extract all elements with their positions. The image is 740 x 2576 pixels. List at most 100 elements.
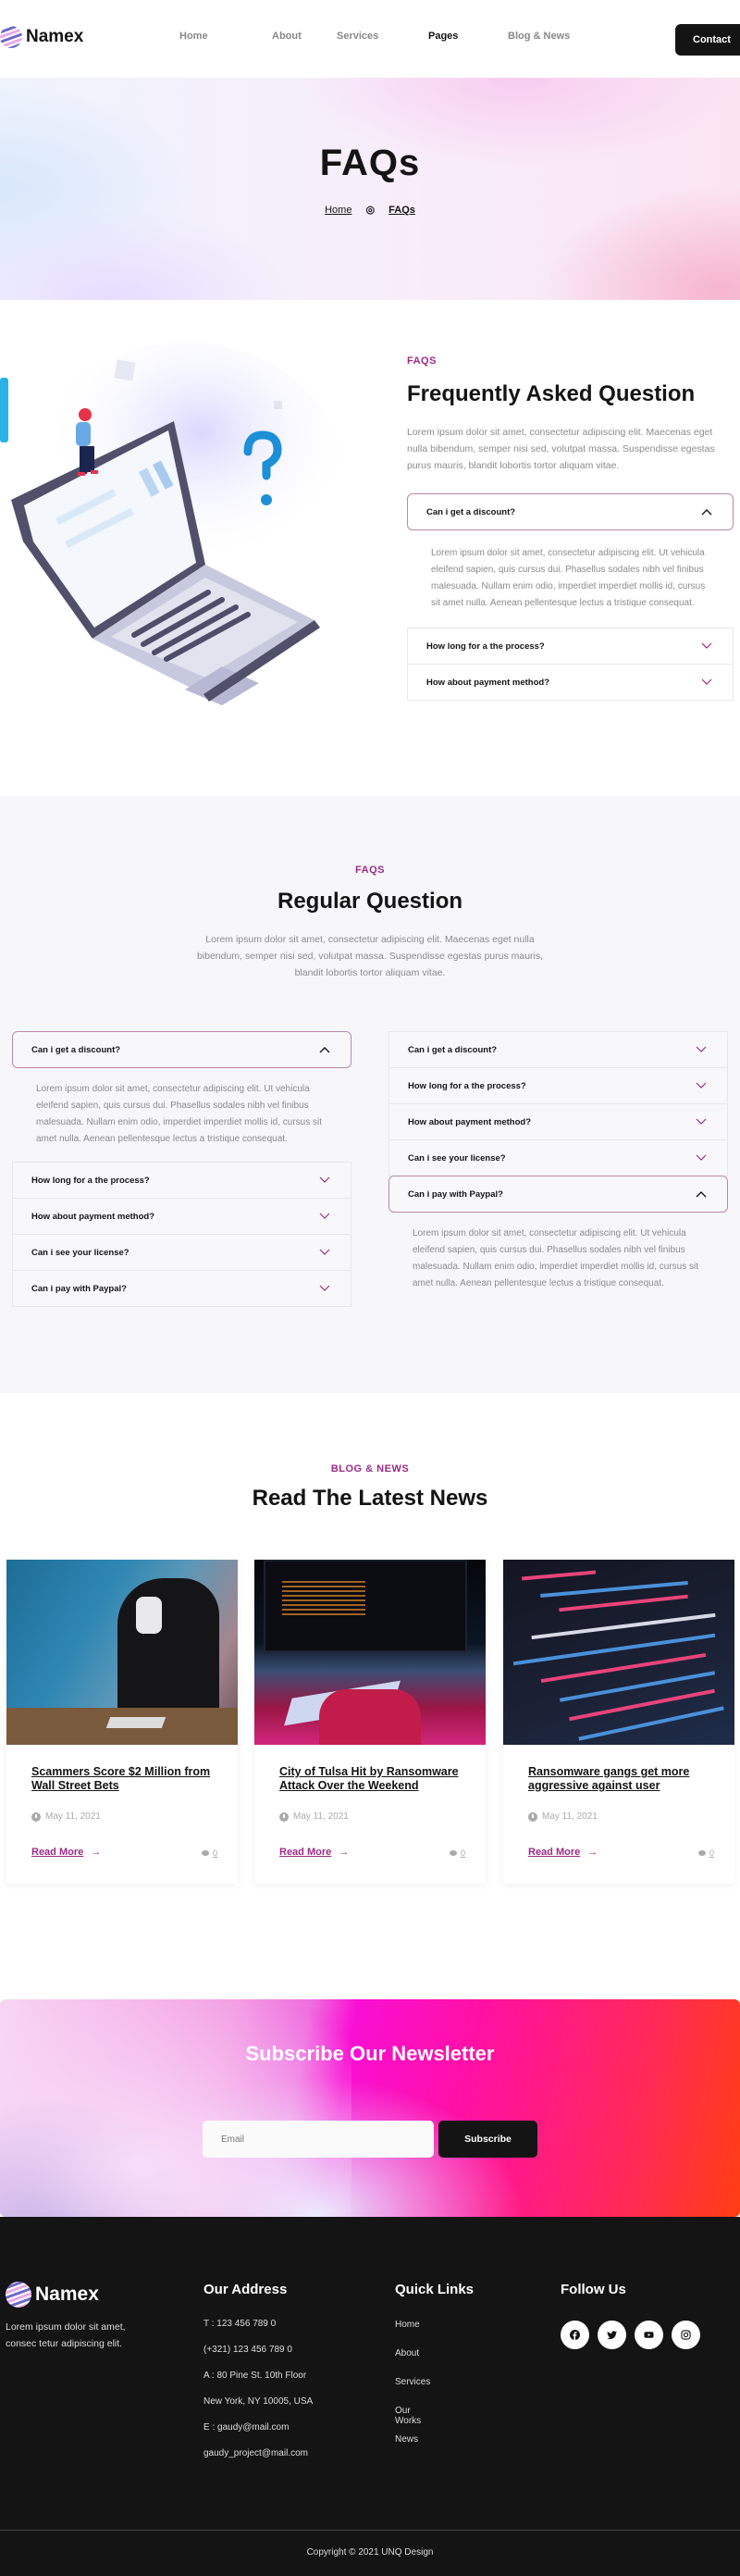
accordion-question: Can i get a discount? — [408, 1044, 498, 1055]
comment-count[interactable]: 0 — [449, 1848, 465, 1858]
chevron-down-icon — [699, 675, 714, 690]
faq-section: FAQS Frequently Asked Question Lorem ips… — [0, 300, 740, 796]
accordion-item[interactable]: How long for a the process? — [407, 628, 734, 665]
hacker-photo[interactable] — [6, 1560, 238, 1745]
footer-divider — [0, 2530, 740, 2531]
faq-accordion-right: Can i get a discount? How long for a the… — [388, 1031, 728, 1307]
accordion-item[interactable]: Can i see your license? — [388, 1139, 728, 1176]
news-card: Ransomware gangs get more aggressive aga… — [503, 1560, 734, 1884]
accordion-answer: Lorem ipsum dolor sit amet, consectetur … — [431, 548, 706, 608]
comment-count[interactable]: 0 — [201, 1848, 217, 1858]
footer-description: Lorem ipsum dolor sit amet, consec tetur… — [6, 2321, 126, 2349]
accordion-question: Can i get a discount? — [31, 1044, 121, 1055]
youtube-icon[interactable] — [635, 2321, 663, 2349]
code-photo[interactable] — [503, 1560, 734, 1745]
page-hero: FAQs Home ◎ FAQs — [0, 78, 740, 300]
accordion-item[interactable]: How long for a the process? — [12, 1162, 352, 1199]
chevron-down-icon — [694, 1151, 709, 1165]
accordion-item[interactable]: How long for a the process? — [388, 1067, 728, 1104]
nav-pages[interactable]: Pages — [428, 31, 458, 42]
chevron-up-icon — [694, 1187, 709, 1201]
footer-link-about[interactable]: About — [395, 2348, 419, 2358]
news-title[interactable]: Scammers Score $2 Million from Wall Stre… — [31, 1765, 216, 1793]
faq-accordion-left: Can i get a discount? Lorem ipsum dolor … — [12, 1031, 352, 1307]
subscribe-button[interactable]: Subscribe — [438, 2121, 537, 2158]
email-input[interactable] — [203, 2121, 434, 2158]
footer-link-our-works[interactable]: Our Works — [395, 2406, 421, 2426]
footer-logo[interactable]: Namex — [6, 2282, 99, 2308]
nav-blog-news[interactable]: Blog & News — [508, 31, 570, 42]
accordion-item[interactable]: Can i get a discount? — [388, 1031, 728, 1068]
links-heading: Quick Links — [395, 2282, 475, 2297]
news-date: May 11, 2021 — [528, 1811, 598, 1822]
comment-count[interactable]: 0 — [697, 1848, 714, 1858]
clock-icon — [528, 1811, 537, 1822]
nav-services[interactable]: Services — [337, 31, 378, 42]
address-line: New York, NY 10005, USA — [204, 2396, 314, 2407]
read-more-label: Read More — [31, 1847, 84, 1858]
contact-button[interactable]: Contact — [675, 24, 740, 56]
logo-globe-icon — [6, 2282, 31, 2308]
chevron-down-icon — [317, 1173, 332, 1188]
comment-icon — [697, 1850, 706, 1856]
section-eyebrow: FAQS — [407, 355, 437, 367]
breadcrumb: Home ◎ FAQs — [0, 204, 740, 216]
chevron-up-icon — [317, 1042, 332, 1057]
read-more-link[interactable]: Read More → — [31, 1847, 101, 1858]
facebook-icon[interactable] — [561, 2321, 589, 2349]
accordion-question: Can i see your license? — [408, 1152, 506, 1164]
address-line: T : 123 456 789 0 — [204, 2319, 277, 2329]
instagram-icon[interactable] — [672, 2321, 700, 2349]
read-more-link[interactable]: Read More → — [279, 1847, 349, 1858]
chevron-down-icon — [694, 1114, 709, 1129]
section-eyebrow: BLOG & NEWS — [330, 1463, 410, 1475]
accordion-item[interactable]: Can i get a discount? — [12, 1031, 352, 1068]
logo-globe-icon — [0, 26, 22, 48]
typing-photo[interactable] — [254, 1560, 486, 1745]
comment-number: 0 — [212, 1848, 217, 1858]
footer-link-news[interactable]: News — [395, 2434, 418, 2445]
accordion-question: How about payment method? — [426, 677, 549, 688]
accordion-question: Can i get a discount? — [426, 506, 516, 517]
newsletter-section: Subscribe Our Newsletter Subscribe — [0, 1999, 740, 2217]
section-eyebrow: FAQS — [355, 865, 385, 876]
site-footer: Namex Lorem ipsum dolor sit amet, consec… — [0, 2217, 740, 2576]
news-title[interactable]: Ransomware gangs get more aggressive aga… — [528, 1765, 713, 1793]
date-text: May 11, 2021 — [542, 1811, 598, 1822]
chevron-down-icon — [694, 1042, 709, 1057]
accordion-question: How long for a the process? — [408, 1080, 526, 1091]
clock-icon — [279, 1811, 289, 1822]
faq-accordion: Can i get a discount? Lorem ipsum dolor … — [407, 493, 734, 701]
chevron-down-icon — [694, 1078, 709, 1093]
footer-link-home[interactable]: Home — [395, 2320, 420, 2330]
accordion-item[interactable]: Can i get a discount? — [407, 493, 734, 530]
newsletter-title: Subscribe Our Newsletter — [245, 2042, 495, 2065]
nav-home[interactable]: Home — [179, 31, 208, 42]
site-header: Namex Home About Services Pages Blog & N… — [0, 0, 740, 78]
twitter-icon[interactable] — [598, 2321, 626, 2349]
accordion-item[interactable]: Can i pay with Paypal? — [12, 1270, 352, 1307]
address-line: E : gaudy@mail.com — [204, 2422, 290, 2433]
brand-name: Namex — [35, 2284, 99, 2305]
accordion-item[interactable]: Can i pay with Paypal? — [388, 1176, 728, 1213]
news-section: BLOG & NEWS Read The Latest News Scammer… — [0, 1393, 740, 1990]
breadcrumb-home[interactable]: Home — [325, 205, 352, 216]
chevron-down-icon — [317, 1209, 332, 1224]
copyright: Copyright © 2021 UNQ Design — [306, 2547, 434, 2557]
address-heading: Our Address — [204, 2282, 288, 2297]
accordion-item[interactable]: Can i see your license? — [12, 1234, 352, 1271]
accordion-item[interactable]: How about payment method? — [12, 1198, 352, 1235]
chevron-down-icon — [317, 1245, 332, 1260]
address-line: A : 80 Pine St. 10th Floor — [204, 2371, 307, 2381]
news-title[interactable]: City of Tulsa Hit by Ransomware Attack O… — [279, 1765, 464, 1793]
accordion-item[interactable]: How about payment method? — [388, 1103, 728, 1140]
accordion-item[interactable]: How about payment method? — [407, 664, 734, 701]
footer-link-services[interactable]: Services — [395, 2377, 430, 2387]
brand-logo[interactable]: Namex — [0, 26, 83, 48]
section-lead: Lorem ipsum dolor sit amet, consectetur … — [196, 934, 544, 978]
read-more-link[interactable]: Read More → — [528, 1847, 598, 1858]
news-date: May 11, 2021 — [31, 1811, 101, 1822]
nav-about[interactable]: About — [272, 31, 302, 42]
news-date: May 11, 2021 — [279, 1811, 349, 1822]
arrow-right-icon: → — [91, 1847, 102, 1858]
